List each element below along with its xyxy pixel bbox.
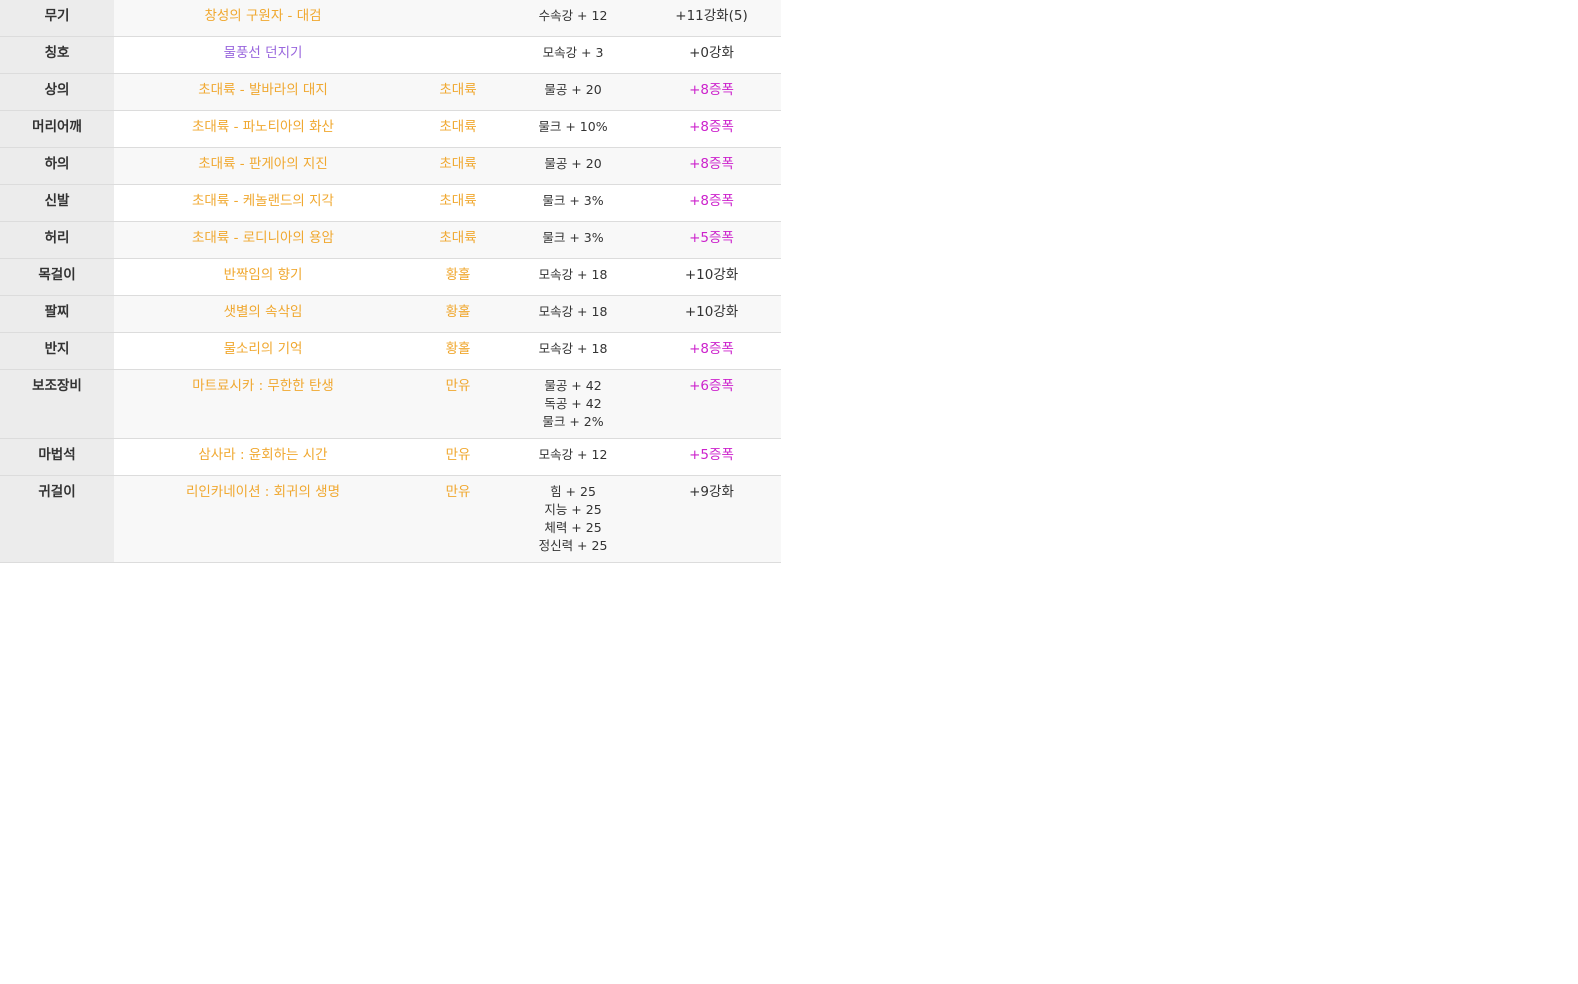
stat-line: 정신력 + 25 bbox=[538, 538, 608, 553]
stat-line: 물공 + 42 bbox=[544, 378, 602, 393]
equipment-table: 무기 창성의 구원자 - 대검 수속강 + 12 +11강화(5) 칭호 물풍선 던지기 모… bbox=[0, 0, 781, 563]
table-row: 무기 창성의 구원자 - 대검 수속강 + 12 +11강화(5) bbox=[0, 0, 781, 37]
table-row: 상의 초대륙 - 발바라의 대지 초대륙 물공 + 20 +8증폭 bbox=[0, 74, 781, 111]
item-name-link[interactable]: 샛별의 속삭임 bbox=[114, 296, 412, 332]
table-row: 보조장비 마트료시카 : 무한한 탄생 만유 물공 + 42 독공 + 42 물크 + 2… bbox=[0, 370, 781, 439]
upgrade-level: +9강화 bbox=[689, 484, 734, 500]
item-name-link[interactable]: 삼사라 : 윤회하는 시간 bbox=[114, 439, 412, 475]
set-name: 황홀 bbox=[445, 341, 471, 357]
set-name: 만유 bbox=[445, 447, 471, 463]
stat-line: 지능 + 25 bbox=[544, 502, 602, 517]
slot-label: 신발 bbox=[0, 185, 114, 221]
table-row: 신발 초대륙 - 케놀랜드의 지각 초대륙 물크 + 3% +8증폭 bbox=[0, 185, 781, 222]
set-name: 황홀 bbox=[445, 267, 471, 283]
upgrade-level: +8증폭 bbox=[689, 156, 734, 172]
item-stats: 물공 + 20 bbox=[504, 148, 642, 184]
stat-line: 물크 + 3% bbox=[542, 230, 604, 245]
upgrade-level: +10강화 bbox=[684, 304, 739, 320]
table-row: 목걸이 반짝임의 향기 황홀 모속강 + 18 +10강화 bbox=[0, 259, 781, 296]
item-name-link[interactable]: 마트료시카 : 무한한 탄생 bbox=[114, 370, 412, 438]
item-name-link[interactable]: 물소리의 기억 bbox=[114, 333, 412, 369]
stat-line: 힘 + 25 bbox=[550, 484, 596, 499]
stat-line: 물공 + 20 bbox=[544, 156, 602, 171]
upgrade-level: +0강화 bbox=[689, 45, 734, 61]
slot-label: 무기 bbox=[0, 0, 114, 36]
upgrade-level: +8증폭 bbox=[689, 119, 734, 135]
table-row: 머리어깨 초대륙 - 파노티아의 화산 초대륙 물크 + 10% +8증폭 bbox=[0, 111, 781, 148]
item-stats: 모속강 + 3 bbox=[504, 37, 642, 73]
item-name-link[interactable]: 초대륙 - 케놀랜드의 지각 bbox=[114, 185, 412, 221]
table-row: 팔찌 샛별의 속삭임 황홀 모속강 + 18 +10강화 bbox=[0, 296, 781, 333]
stat-line: 모속강 + 18 bbox=[538, 267, 608, 282]
set-name: 초대륙 bbox=[439, 193, 477, 209]
slot-label: 팔찌 bbox=[0, 296, 114, 332]
item-stats: 모속강 + 18 bbox=[504, 259, 642, 295]
set-name: 초대륙 bbox=[439, 82, 477, 98]
upgrade-level: +11강화(5) bbox=[675, 8, 748, 24]
item-stats: 수속강 + 12 bbox=[504, 0, 642, 36]
slot-label: 허리 bbox=[0, 222, 114, 258]
stat-line: 독공 + 42 bbox=[544, 396, 602, 411]
slot-label: 상의 bbox=[0, 74, 114, 110]
table-row: 허리 초대륙 - 로디니아의 용암 초대륙 물크 + 3% +5증폭 bbox=[0, 222, 781, 259]
upgrade-level: +8증폭 bbox=[689, 341, 734, 357]
slot-label: 보조장비 bbox=[0, 370, 114, 438]
item-name-link[interactable]: 물풍선 던지기 bbox=[114, 37, 412, 73]
set-name: 초대륙 bbox=[439, 230, 477, 246]
item-stats: 물크 + 3% bbox=[504, 222, 642, 258]
upgrade-level: +10강화 bbox=[684, 267, 739, 283]
item-name-link[interactable]: 리인카네이션 : 회귀의 생명 bbox=[114, 476, 412, 562]
slot-label: 하의 bbox=[0, 148, 114, 184]
upgrade-level: +5증폭 bbox=[689, 447, 734, 463]
stat-line: 모속강 + 12 bbox=[538, 447, 608, 462]
item-name-link[interactable]: 초대륙 - 발바라의 대지 bbox=[114, 74, 412, 110]
item-name-link[interactable]: 초대륙 - 판게아의 지진 bbox=[114, 148, 412, 184]
stat-line: 수속강 + 12 bbox=[538, 8, 608, 23]
table-row: 칭호 물풍선 던지기 모속강 + 3 +0강화 bbox=[0, 37, 781, 74]
item-stats: 모속강 + 12 bbox=[504, 439, 642, 475]
stat-line: 물크 + 3% bbox=[542, 193, 604, 208]
item-stats: 모속강 + 18 bbox=[504, 296, 642, 332]
stat-line: 모속강 + 18 bbox=[538, 341, 608, 356]
stat-line: 체력 + 25 bbox=[544, 520, 602, 535]
set-name bbox=[412, 37, 504, 73]
item-stats: 힘 + 25 지능 + 25 체력 + 25 정신력 + 25 bbox=[504, 476, 642, 562]
stat-line: 물크 + 10% bbox=[538, 119, 608, 134]
item-stats: 물크 + 10% bbox=[504, 111, 642, 147]
set-name: 초대륙 bbox=[439, 119, 477, 135]
stat-line: 물공 + 20 bbox=[544, 82, 602, 97]
table-row: 마법석 삼사라 : 윤회하는 시간 만유 모속강 + 12 +5증폭 bbox=[0, 439, 781, 476]
upgrade-level: +5증폭 bbox=[689, 230, 734, 246]
set-name: 만유 bbox=[445, 378, 471, 394]
table-row: 하의 초대륙 - 판게아의 지진 초대륙 물공 + 20 +8증폭 bbox=[0, 148, 781, 185]
set-name: 황홀 bbox=[445, 304, 471, 320]
item-stats: 물공 + 42 독공 + 42 물크 + 2% bbox=[504, 370, 642, 438]
table-row: 반지 물소리의 기억 황홀 모속강 + 18 +8증폭 bbox=[0, 333, 781, 370]
stat-line: 모속강 + 18 bbox=[538, 304, 608, 319]
upgrade-level: +8증폭 bbox=[689, 193, 734, 209]
item-stats: 모속강 + 18 bbox=[504, 333, 642, 369]
slot-label: 귀걸이 bbox=[0, 476, 114, 562]
set-name: 초대륙 bbox=[439, 156, 477, 172]
item-name-link[interactable]: 반짝임의 향기 bbox=[114, 259, 412, 295]
upgrade-level: +8증폭 bbox=[689, 82, 734, 98]
set-name: 만유 bbox=[445, 484, 471, 500]
set-name bbox=[412, 0, 504, 36]
upgrade-level: +6증폭 bbox=[689, 378, 734, 394]
item-stats: 물크 + 3% bbox=[504, 185, 642, 221]
slot-label: 목걸이 bbox=[0, 259, 114, 295]
item-name-link[interactable]: 창성의 구원자 - 대검 bbox=[114, 0, 412, 36]
item-name-link[interactable]: 초대륙 - 로디니아의 용암 bbox=[114, 222, 412, 258]
stat-line: 물크 + 2% bbox=[542, 414, 604, 429]
table-row: 귀걸이 리인카네이션 : 회귀의 생명 만유 힘 + 25 지능 + 25 체력 + 25… bbox=[0, 476, 781, 563]
item-stats: 물공 + 20 bbox=[504, 74, 642, 110]
item-name-link[interactable]: 초대륙 - 파노티아의 화산 bbox=[114, 111, 412, 147]
slot-label: 머리어깨 bbox=[0, 111, 114, 147]
slot-label: 반지 bbox=[0, 333, 114, 369]
slot-label: 마법석 bbox=[0, 439, 114, 475]
stat-line: 모속강 + 3 bbox=[542, 45, 604, 60]
slot-label: 칭호 bbox=[0, 37, 114, 73]
